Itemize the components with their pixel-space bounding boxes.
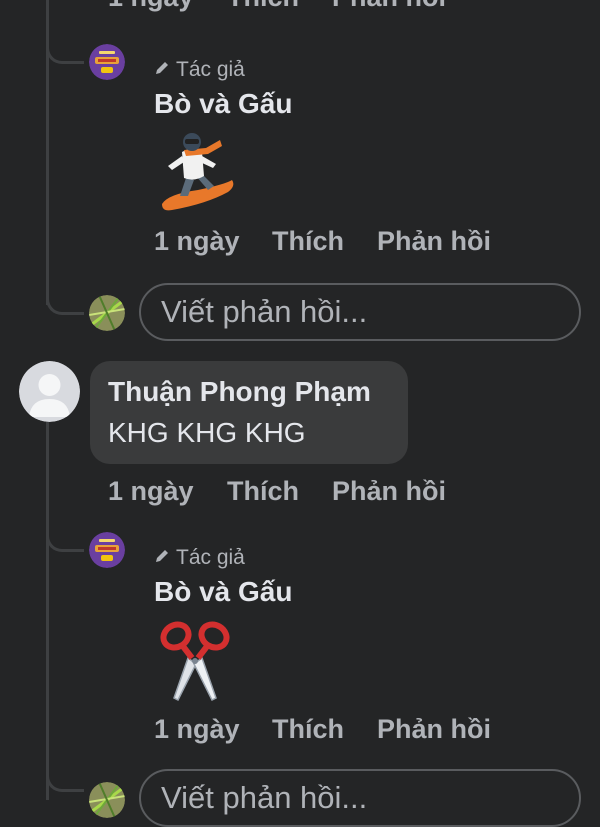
- reply-input[interactable]: [139, 769, 581, 827]
- time-link[interactable]: 1 ngày: [108, 0, 194, 13]
- author-badge: Tác giả: [154, 58, 245, 82]
- author-badge-label: Tác giả: [176, 58, 245, 81]
- scissors-sticker-icon: [158, 618, 234, 702]
- reply-input[interactable]: [139, 283, 581, 341]
- reply-button[interactable]: Phản hồi: [332, 0, 446, 13]
- user-avatar[interactable]: [89, 295, 125, 331]
- thread-elbow: [46, 772, 84, 792]
- thread-elbow: [46, 295, 84, 315]
- thread-line-lower: [46, 420, 49, 800]
- reply-button[interactable]: Phản hồi: [377, 714, 491, 745]
- reply-button[interactable]: Phản hồi: [377, 226, 491, 257]
- thread-elbow: [46, 532, 84, 552]
- reply-button[interactable]: Phản hồi: [332, 476, 446, 507]
- comment-bubble: Thuận Phong Phạm KHG KHG KHG: [90, 361, 408, 464]
- like-button[interactable]: Thích: [227, 0, 299, 13]
- like-button[interactable]: Thích: [272, 714, 344, 745]
- time-link[interactable]: 1 ngày: [154, 226, 240, 257]
- reply-author-name[interactable]: Bò và Gấu: [154, 576, 292, 608]
- comment-text: KHG KHG KHG: [108, 417, 306, 448]
- pencil-icon: [154, 58, 170, 82]
- page-avatar[interactable]: [89, 532, 125, 568]
- like-button[interactable]: Thích: [272, 226, 344, 257]
- commenter-avatar[interactable]: [19, 361, 80, 422]
- comment-author-name[interactable]: Thuận Phong Phạm: [108, 371, 390, 413]
- time-link[interactable]: 1 ngày: [108, 476, 194, 507]
- reply-author-name[interactable]: Bò và Gấu: [154, 88, 292, 120]
- time-link[interactable]: 1 ngày: [154, 714, 240, 745]
- page-avatar[interactable]: [89, 44, 125, 80]
- pencil-icon: [154, 546, 170, 570]
- author-badge: Tác giả: [154, 546, 245, 570]
- snowboarder-sticker-icon: [158, 130, 238, 214]
- user-avatar[interactable]: [89, 782, 125, 818]
- author-badge-label: Tác giả: [176, 546, 245, 569]
- like-button[interactable]: Thích: [227, 476, 299, 507]
- thread-elbow: [46, 44, 84, 64]
